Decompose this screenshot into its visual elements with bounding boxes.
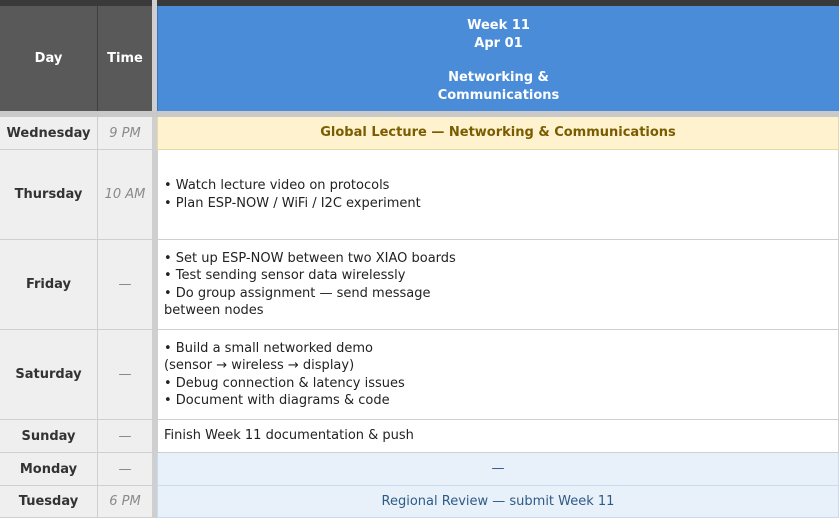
activity-line: • Plan ESP-NOW / WiFi / I2C experiment [164, 195, 421, 211]
activity-cell[interactable]: • Build a small networked demo (sensor →… [157, 330, 839, 420]
table-row-sunday: Sunday — Finish Week 11 documentation & … [0, 420, 839, 453]
day-cell[interactable]: Monday [0, 453, 98, 486]
activity-cell-lecture-banner[interactable]: Global Lecture — Networking & Communicat… [157, 117, 839, 150]
week-label: Week 11 [467, 18, 530, 33]
activity-line: • Do group assignment — send message [164, 285, 431, 301]
activity-cell-review-banner[interactable]: Regional Review — submit Week 11 [157, 486, 839, 518]
column-header-day-label: Day [34, 51, 63, 66]
column-header-time-label: Time [107, 51, 143, 66]
activity-cell[interactable]: • Set up ESP-NOW between two XIAO boards… [157, 240, 839, 330]
column-header-week[interactable]: Week 11 Apr 01 Networking & Communicatio… [157, 6, 839, 111]
day-cell[interactable]: Tuesday [0, 486, 98, 518]
activity-line: • Set up ESP-NOW between two XIAO boards [164, 250, 456, 266]
column-header-time[interactable]: Time [98, 6, 152, 111]
activity-line: (sensor → wireless → display) [164, 358, 355, 373]
time-cell[interactable]: — [98, 330, 152, 420]
table-row-thursday: Thursday 10 AM • Watch lecture video on … [0, 150, 839, 240]
time-cell[interactable]: 9 PM [98, 117, 152, 150]
time-cell[interactable]: 10 AM [98, 150, 152, 240]
activity-line: — [491, 461, 505, 477]
activity-line: • Build a small networked demo [164, 340, 374, 356]
activity-line: • Test sending sensor data wirelessly [164, 268, 406, 283]
activity-line: • Document with diagrams & code [164, 393, 390, 408]
table-row-monday: Monday — — [0, 453, 839, 486]
day-cell[interactable]: Saturday [0, 330, 98, 420]
day-cell[interactable]: Friday [0, 240, 98, 330]
time-cell[interactable]: — [98, 240, 152, 330]
column-header-day[interactable]: Day [0, 6, 98, 111]
activity-line: • Debug connection & latency issues [164, 375, 405, 391]
activity-line: • Watch lecture video on protocols [164, 178, 390, 193]
table-row-tuesday: Tuesday 6 PM Regional Review — submit We… [0, 486, 839, 518]
time-cell[interactable]: — [98, 453, 152, 486]
activity-line: between nodes [164, 303, 264, 318]
date-label: Apr 01 [474, 35, 523, 51]
activity-cell[interactable]: Finish Week 11 documentation & push [157, 420, 839, 453]
day-cell[interactable]: Sunday [0, 420, 98, 453]
activity-line: Regional Review — submit Week 11 [381, 493, 615, 509]
day-cell[interactable]: Wednesday [0, 117, 98, 150]
table-row-friday: Friday — • Set up ESP-NOW between two XI… [0, 240, 839, 330]
time-cell[interactable]: — [98, 420, 152, 453]
time-cell[interactable]: 6 PM [98, 486, 152, 518]
topic-line-1: Networking & [448, 70, 549, 85]
activity-cell[interactable]: • Watch lecture video on protocols • Pla… [157, 150, 839, 240]
table-row-wednesday: Wednesday 9 PM Global Lecture — Networki… [0, 117, 839, 150]
activity-cell[interactable]: — [157, 453, 839, 486]
activity-line: Finish Week 11 documentation & push [164, 428, 414, 444]
day-cell[interactable]: Thursday [0, 150, 98, 240]
activity-line: Global Lecture — Networking & Communicat… [320, 125, 676, 141]
topic-line-2: Communications [437, 87, 560, 103]
table-row-saturday: Saturday — • Build a small networked dem… [0, 330, 839, 420]
